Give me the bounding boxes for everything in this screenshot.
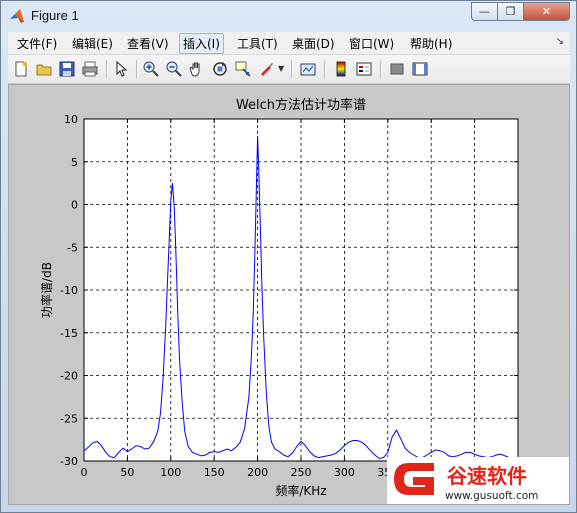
x-tick-label: 100 (160, 466, 181, 479)
x-axis-label: 频率/KHz (275, 483, 326, 498)
watermark-url: www.gusuoft.com (445, 490, 538, 502)
y-axis-label: 功率谱/dB (39, 262, 54, 318)
y-tick-label: -30 (60, 455, 78, 468)
y-tick-label: -10 (60, 284, 78, 297)
x-tick-label: 150 (204, 466, 225, 479)
zoom-in-icon[interactable] (142, 60, 160, 78)
toolbar-separator (380, 60, 382, 78)
y-tick-label: -25 (60, 412, 78, 425)
toolbar-separator (136, 60, 138, 78)
watermark-brand: 谷速软件 (447, 464, 527, 488)
chevron-down-icon[interactable]: ▼ (278, 64, 284, 73)
close-icon: ✕ (541, 5, 552, 18)
window-title: Figure 1 (31, 8, 79, 23)
chart-title: Welch方法估计功率谱 (236, 97, 366, 113)
y-tick-label: -5 (67, 241, 78, 254)
hide-plot-tools-icon[interactable] (388, 60, 406, 78)
link-plot-icon[interactable] (299, 60, 317, 78)
y-tick-label: 0 (71, 199, 78, 212)
y-tick-label: -20 (60, 370, 78, 383)
colorbar-icon[interactable] (332, 60, 350, 78)
menu-edit[interactable]: 编辑(E) (69, 35, 116, 52)
menu-insert[interactable]: 插入(I) (179, 33, 224, 54)
pointer-icon[interactable] (112, 60, 130, 78)
toolbar-separator (291, 60, 293, 78)
y-tick-label: 10 (64, 113, 78, 126)
rotate-icon[interactable] (211, 60, 229, 78)
print-icon[interactable] (81, 60, 99, 78)
zoom-out-icon[interactable] (165, 60, 183, 78)
y-tick-label: -15 (60, 327, 78, 340)
toolbar-separator (324, 60, 326, 78)
new-figure-icon[interactable] (12, 60, 30, 78)
menu-view[interactable]: 查看(V) (124, 35, 172, 52)
menu-desktop[interactable]: 桌面(D) (289, 35, 338, 52)
data-cursor-icon[interactable] (234, 60, 252, 78)
figure-toolbar: ▼ (8, 55, 570, 84)
show-plot-tools-icon[interactable] (411, 60, 429, 78)
pan-icon[interactable] (188, 60, 206, 78)
x-tick-label: 200 (247, 466, 268, 479)
x-tick-label: 250 (291, 466, 312, 479)
minimize-icon: — (479, 5, 490, 18)
restore-icon: ❐ (505, 5, 516, 18)
legend-icon[interactable] (355, 60, 373, 78)
open-file-icon[interactable] (35, 60, 53, 78)
x-tick-label: 50 (120, 466, 134, 479)
maximize-button[interactable]: ❐ (498, 2, 524, 21)
y-tick-label: 5 (71, 156, 78, 169)
watermark: 谷速软件 www.gusuoft.com (387, 457, 569, 504)
window-controls: — ❐ ✕ (471, 2, 570, 21)
menu-window[interactable]: 窗口(W) (346, 35, 397, 52)
minimize-button[interactable]: — (471, 2, 498, 21)
x-tick-label: 0 (81, 466, 88, 479)
toolbar-separator (106, 60, 108, 78)
gusu-logo-icon (394, 463, 434, 495)
x-tick-label: 300 (334, 466, 355, 479)
close-button[interactable]: ✕ (524, 2, 570, 21)
menu-file[interactable]: 文件(F) (14, 35, 60, 52)
dock-arrow-icon[interactable]: ↘ (556, 36, 564, 47)
save-icon[interactable] (58, 60, 76, 78)
chart: 0501001502002503003504004505001050-5-10-… (39, 97, 569, 504)
brush-icon[interactable] (257, 60, 275, 78)
menu-tools[interactable]: 工具(T) (234, 35, 281, 52)
menu-help[interactable]: 帮助(H) (407, 35, 455, 52)
title-bar[interactable]: Figure 1 — ❐ ✕ (1, 1, 576, 31)
menu-bar: 文件(F) 编辑(E) 查看(V) 插入(I) 工具(T) 桌面(D) 窗口(W… (8, 32, 570, 55)
figure-window: Figure 1 — ❐ ✕ 文件(F) 编辑(E) 查看(V) 插入(I) 工… (0, 0, 577, 513)
figure-canvas: 0501001502002503003504004505001050-5-10-… (8, 84, 570, 505)
matlab-logo-icon (10, 9, 24, 23)
